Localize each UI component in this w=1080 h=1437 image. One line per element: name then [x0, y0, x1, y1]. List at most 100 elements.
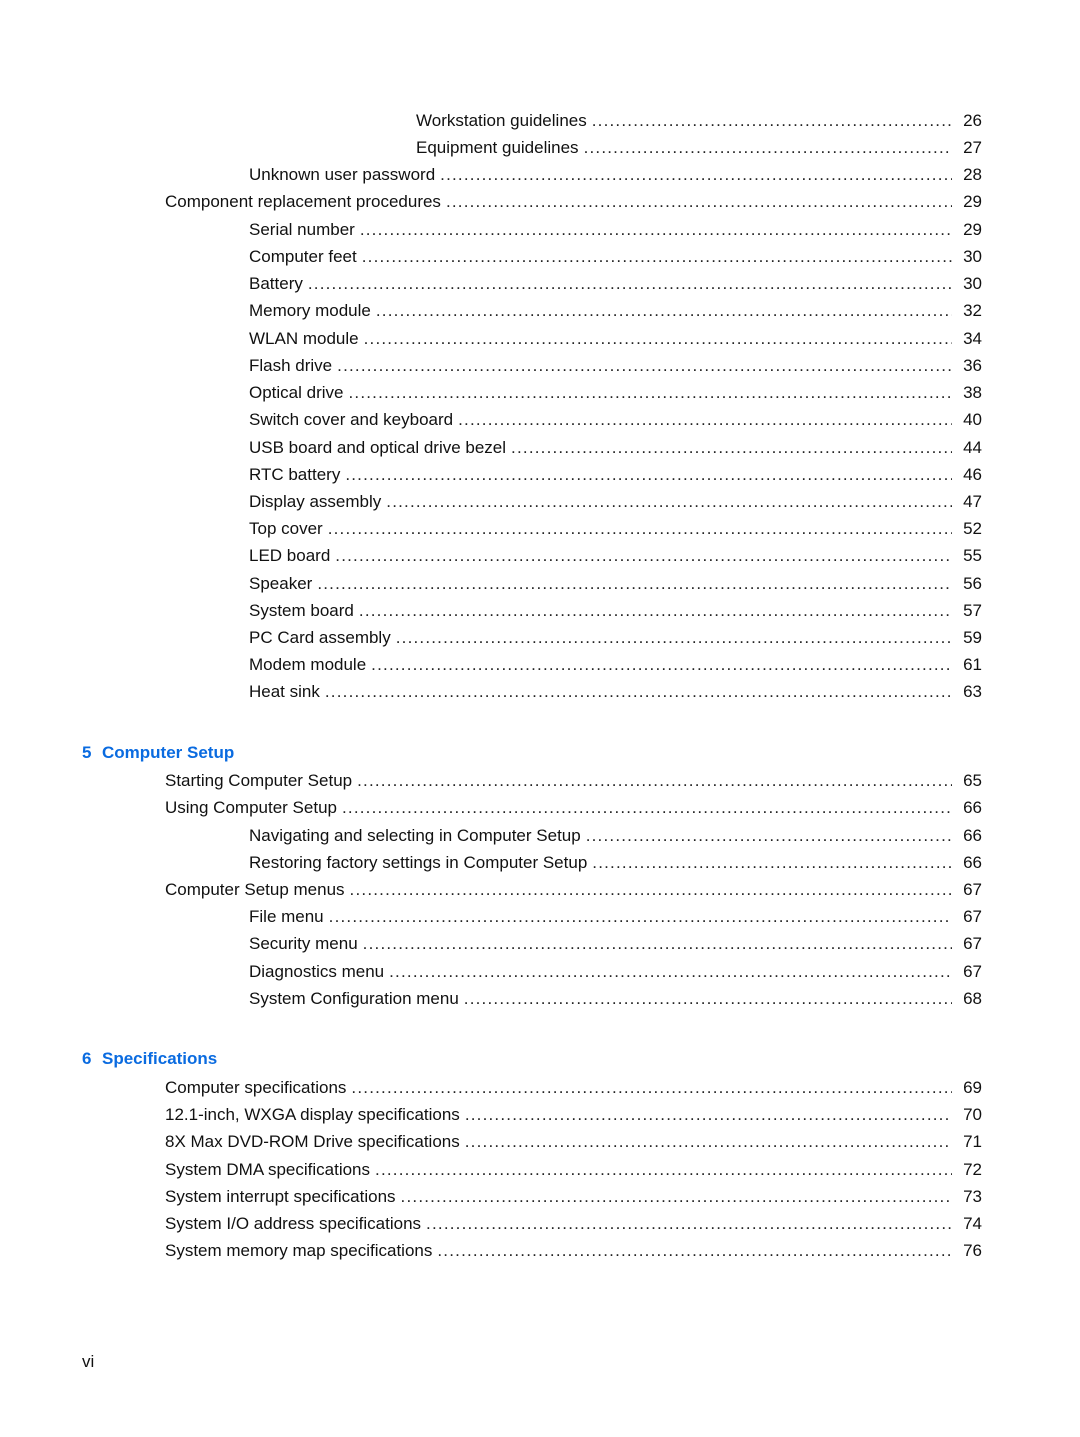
toc-entry[interactable]: Computer Setup menus ...................… — [165, 878, 982, 902]
toc-entry[interactable]: RTC battery ............................… — [249, 463, 982, 487]
toc-entry-page: 29 — [963, 220, 982, 239]
toc-entry-page: 72 — [963, 1160, 982, 1179]
dot-leader: ........................................… — [440, 165, 952, 184]
toc-entry[interactable]: Computer feet ..........................… — [249, 245, 982, 269]
dot-leader: ........................................… — [335, 546, 952, 565]
toc-entry[interactable]: Component replacement procedures .......… — [165, 190, 982, 214]
dot-leader: ........................................… — [363, 329, 952, 348]
toc-entry-title: 8X Max DVD-ROM Drive specifications — [165, 1132, 460, 1151]
toc-entry[interactable]: Top cover ..............................… — [249, 517, 982, 541]
toc-entry[interactable]: WLAN module ............................… — [249, 327, 982, 351]
toc-entry-page: 44 — [963, 438, 982, 457]
dot-leader: ........................................… — [463, 989, 952, 1008]
toc-entry-page: 32 — [963, 301, 982, 320]
toc-entry[interactable]: System Configuration menu ..............… — [249, 987, 982, 1011]
toc-entry-page: 38 — [963, 383, 982, 402]
dot-leader: ........................................… — [362, 934, 952, 953]
toc-entry[interactable]: System memory map specifications .......… — [165, 1239, 982, 1263]
toc-entry[interactable]: Equipment guidelines ...................… — [416, 136, 982, 160]
toc-entry-title: 12.1-inch, WXGA display specifications — [165, 1105, 460, 1124]
toc-entry[interactable]: Serial number ..........................… — [249, 218, 982, 242]
toc-entry[interactable]: Unknown user password ..................… — [249, 163, 982, 187]
toc-entry[interactable]: Workstation guidelines .................… — [416, 109, 982, 133]
toc-entry[interactable]: File menu ..............................… — [249, 905, 982, 929]
toc-entry-title: Display assembly — [249, 492, 382, 511]
toc-entry[interactable]: 8X Max DVD-ROM Drive specifications ....… — [165, 1130, 982, 1154]
toc-entry-title: Equipment guidelines — [416, 138, 579, 157]
toc-entry-title: Heat sink — [249, 682, 320, 701]
toc-entry[interactable]: System board ...........................… — [249, 599, 982, 623]
toc-entry-title: Battery — [249, 274, 303, 293]
toc-entry[interactable]: Using Computer Setup ...................… — [165, 796, 982, 820]
toc-entry[interactable]: Security menu ..........................… — [249, 932, 982, 956]
toc-entry-page: 66 — [963, 826, 982, 845]
toc-entry-page: 67 — [963, 962, 982, 981]
dot-leader: ........................................… — [351, 1078, 952, 1097]
dot-leader: ........................................… — [592, 853, 952, 872]
toc-entry-title: Flash drive — [249, 356, 333, 375]
toc-entry-title: System DMA specifications — [165, 1160, 371, 1179]
toc-entry-title: USB board and optical drive bezel — [249, 438, 507, 457]
dot-leader: ........................................… — [345, 465, 952, 484]
toc-entry-title: PC Card assembly — [249, 628, 391, 647]
toc-entry-page: 28 — [963, 165, 982, 184]
toc-entry[interactable]: System interrupt specifications ........… — [165, 1185, 982, 1209]
toc-entry[interactable]: Flash drive ............................… — [249, 354, 982, 378]
toc-entry[interactable]: Optical drive ..........................… — [249, 381, 982, 405]
toc-entry[interactable]: System DMA specifications ..............… — [165, 1158, 982, 1182]
dot-leader: ........................................… — [458, 410, 952, 429]
dot-leader: ........................................… — [357, 771, 952, 790]
toc-entry-title: System interrupt specifications — [165, 1187, 396, 1206]
toc-entry-page: 69 — [963, 1078, 982, 1097]
toc-entry-page: 40 — [963, 410, 982, 429]
toc-entry[interactable]: 12.1-inch, WXGA display specifications .… — [165, 1103, 982, 1127]
toc-entry-page: 67 — [963, 934, 982, 953]
toc-entry-title: Top cover — [249, 519, 323, 538]
dot-leader: ........................................… — [348, 383, 952, 402]
toc-entry[interactable]: Starting Computer Setup ................… — [165, 769, 982, 793]
toc-entry-title: Component replacement procedures — [165, 192, 441, 211]
toc-entry[interactable]: Navigating and selecting in Computer Set… — [249, 824, 982, 848]
toc-entry-page: 76 — [963, 1241, 982, 1260]
chapter-title: Computer Setup — [102, 743, 235, 762]
toc-entry-page: 36 — [963, 356, 982, 375]
dot-leader: ........................................… — [426, 1214, 952, 1233]
toc-entry-page: 73 — [963, 1187, 982, 1206]
toc-entry[interactable]: Modem module ...........................… — [249, 653, 982, 677]
toc-entry-page: 30 — [963, 247, 982, 266]
dot-leader: ........................................… — [464, 1132, 952, 1151]
toc-entry[interactable]: Switch cover and keyboard ..............… — [249, 408, 982, 432]
toc-entry-title: File menu — [249, 907, 324, 926]
toc-entry[interactable]: Speaker ................................… — [249, 572, 982, 596]
toc-entry[interactable]: Battery ................................… — [249, 272, 982, 296]
dot-leader: ........................................… — [395, 628, 952, 647]
chapter-number: 6 — [82, 1049, 92, 1068]
chapter-title: Specifications — [102, 1049, 218, 1068]
dot-leader: ........................................… — [585, 826, 952, 845]
chapter-heading-specifications[interactable]: 6 Specifications — [82, 1047, 217, 1071]
toc-entry-page: 67 — [963, 880, 982, 899]
toc-entry[interactable]: PC Card assembly .......................… — [249, 626, 982, 650]
toc-entry[interactable]: Restoring factory settings in Computer S… — [249, 851, 982, 875]
dot-leader: ........................................… — [591, 111, 952, 130]
toc-entry[interactable]: Heat sink ..............................… — [249, 680, 982, 704]
toc-entry-title: Using Computer Setup — [165, 798, 337, 817]
toc-entry-title: Unknown user password — [249, 165, 436, 184]
toc-entry-title: System Configuration menu — [249, 989, 459, 1008]
dot-leader: ........................................… — [359, 220, 952, 239]
toc-entry-title: Modem module — [249, 655, 367, 674]
toc-entry-title: Starting Computer Setup — [165, 771, 353, 790]
toc-entry[interactable]: LED board ..............................… — [249, 544, 982, 568]
toc-entry-title: WLAN module — [249, 329, 359, 348]
toc-entry[interactable]: USB board and optical drive bezel ......… — [249, 436, 982, 460]
toc-entry[interactable]: Display assembly .......................… — [249, 490, 982, 514]
toc-entry-title: RTC battery — [249, 465, 341, 484]
toc-entry[interactable]: Diagnostics menu .......................… — [249, 960, 982, 984]
toc-entry[interactable]: System I/O address specifications ......… — [165, 1212, 982, 1236]
toc-entry[interactable]: Computer specifications ................… — [165, 1076, 982, 1100]
chapter-heading-computer-setup[interactable]: 5 Computer Setup — [82, 741, 234, 765]
dot-leader: ........................................… — [389, 962, 952, 981]
dot-leader: ........................................… — [583, 138, 952, 157]
toc-entry[interactable]: Memory module ..........................… — [249, 299, 982, 323]
toc-entry-title: Serial number — [249, 220, 355, 239]
